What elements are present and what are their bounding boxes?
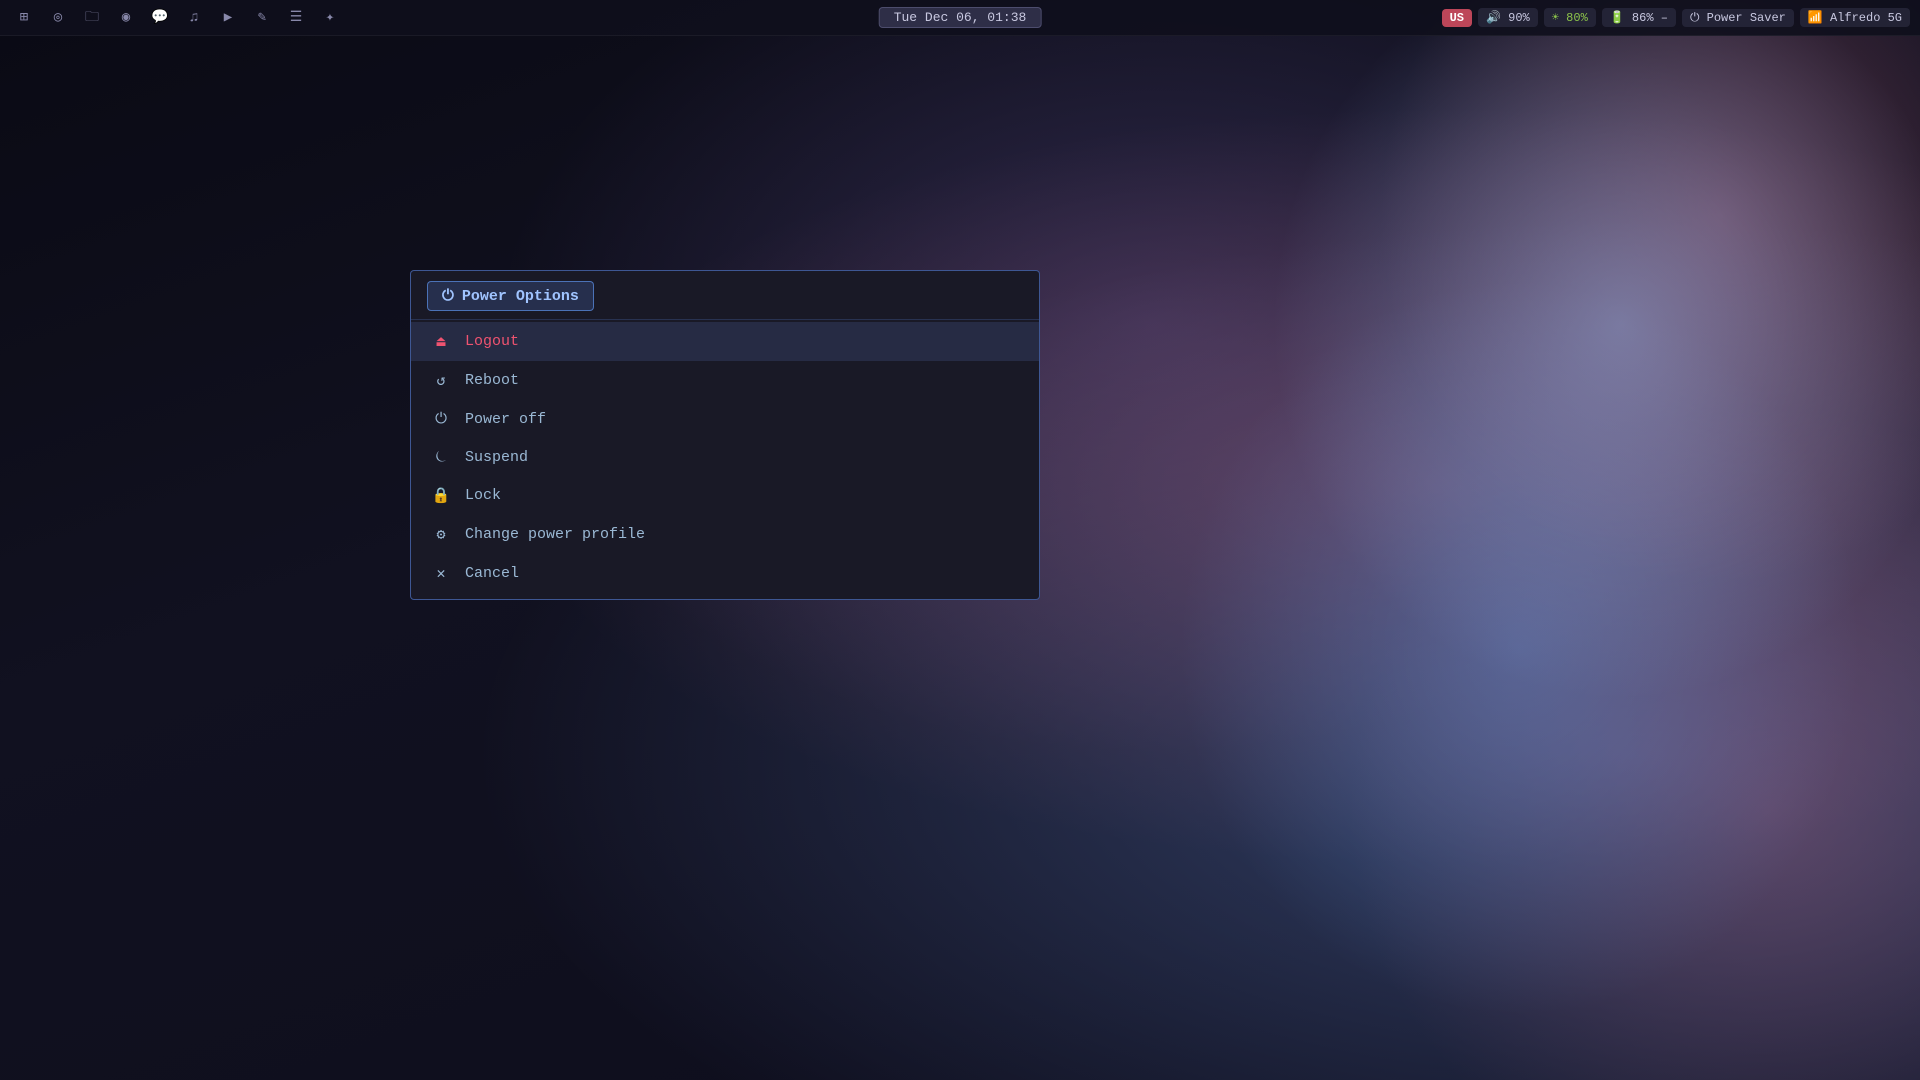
- volume-badge[interactable]: 🔊 90%: [1478, 8, 1538, 27]
- power-title-icon: ⏻: [442, 287, 454, 305]
- power-menu: ⏏ Logout ↺ Reboot ⏻ Power off ⏾ Suspend …: [411, 320, 1039, 599]
- dialog-title-bar: ⏻ Power Options: [411, 271, 1039, 319]
- volume-label: 🔊 90%: [1486, 10, 1530, 25]
- suspend-label: Suspend: [465, 449, 528, 466]
- editor-icon[interactable]: ✎: [248, 4, 276, 32]
- keyboard-layout-label: US: [1450, 11, 1464, 25]
- battery-label: 🔋 86% –: [1610, 10, 1668, 25]
- menu-item-change-power-profile[interactable]: ⚙ Change power profile: [411, 515, 1039, 554]
- reboot-icon: ↺: [431, 371, 451, 390]
- lock-icon: 🔒: [431, 486, 451, 505]
- logout-label: Logout: [465, 333, 519, 350]
- poweroff-icon: ⏻: [431, 410, 451, 428]
- menu-item-reboot[interactable]: ↺ Reboot: [411, 361, 1039, 400]
- video-icon[interactable]: ▶: [214, 4, 242, 32]
- power-options-title: ⏻ Power Options: [427, 281, 594, 311]
- menu-item-suspend[interactable]: ⏾ Suspend: [411, 438, 1039, 476]
- cancel-label: Cancel: [465, 565, 519, 582]
- menu-item-cancel[interactable]: ✕ Cancel: [411, 554, 1039, 593]
- music-icon[interactable]: ♫: [180, 4, 208, 32]
- power-profile-icon: ⚙: [431, 525, 451, 544]
- chat-icon[interactable]: 💬: [146, 4, 174, 32]
- wifi-badge[interactable]: 📶 Alfredo 5G: [1800, 8, 1910, 27]
- power-title-label: Power Options: [462, 288, 579, 305]
- brightness-label: ☀ 80%: [1552, 10, 1588, 25]
- dialog-overlay: ⏻ Power Options ⏏ Logout ↺ Reboot ⏻ Powe…: [0, 0, 1920, 1080]
- browser-icon[interactable]: ◎: [44, 4, 72, 32]
- lock-label: Lock: [465, 487, 501, 504]
- logout-icon: ⏏: [431, 332, 451, 351]
- keyboard-layout-badge[interactable]: US: [1442, 9, 1472, 27]
- menu-item-logout[interactable]: ⏏ Logout: [411, 322, 1039, 361]
- firefox-icon[interactable]: ◉: [112, 4, 140, 32]
- extra-icon[interactable]: ✦: [316, 4, 344, 32]
- suspend-icon: ⏾: [431, 448, 451, 466]
- taskbar-icons: ⊞ ◎ 🗀 ◉ 💬 ♫ ▶ ✎ ☰ ✦: [10, 4, 344, 32]
- brightness-badge[interactable]: ☀ 80%: [1544, 8, 1596, 27]
- reboot-label: Reboot: [465, 372, 519, 389]
- notes-icon[interactable]: ☰: [282, 4, 310, 32]
- clock-area: Tue Dec 06, 01:38: [879, 7, 1042, 28]
- power-saver-label: ⏻ Power Saver: [1690, 11, 1786, 25]
- battery-badge[interactable]: 🔋 86% –: [1602, 8, 1676, 27]
- clock-display: Tue Dec 06, 01:38: [879, 7, 1042, 28]
- cancel-icon: ✕: [431, 564, 451, 583]
- menu-item-lock[interactable]: 🔒 Lock: [411, 476, 1039, 515]
- files-icon[interactable]: 🗀: [78, 4, 106, 32]
- top-panel: ⊞ ◎ 🗀 ◉ 💬 ♫ ▶ ✎ ☰ ✦ Tue Dec 06, 01:38 US…: [0, 0, 1920, 36]
- power-options-dialog: ⏻ Power Options ⏏ Logout ↺ Reboot ⏻ Powe…: [410, 270, 1040, 600]
- wifi-label: 📶 Alfredo 5G: [1808, 10, 1902, 25]
- power-saver-badge[interactable]: ⏻ Power Saver: [1682, 9, 1794, 27]
- menu-item-poweroff[interactable]: ⏻ Power off: [411, 400, 1039, 438]
- status-area: US 🔊 90% ☀ 80% 🔋 86% – ⏻ Power Saver 📶 A…: [1442, 8, 1910, 27]
- apps-icon[interactable]: ⊞: [10, 4, 38, 32]
- poweroff-label: Power off: [465, 411, 546, 428]
- power-profile-label: Change power profile: [465, 526, 645, 543]
